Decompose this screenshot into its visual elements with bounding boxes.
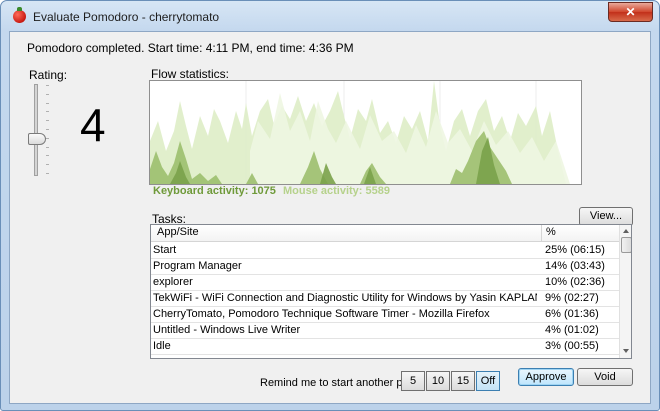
evaluate-pomodoro-window: Evaluate Pomodoro - cherrytomato ✕ Pomod… xyxy=(0,0,660,411)
cell-percent: 25% (06:15) xyxy=(545,244,605,256)
cell-app: Idle xyxy=(153,340,171,352)
cell-percent: 6% (01:36) xyxy=(545,308,599,320)
cell-percent: 9% (02:27) xyxy=(545,292,599,304)
scroll-up-arrow-icon[interactable] xyxy=(623,229,629,233)
status-text: Pomodoro completed. Start time: 4:11 PM,… xyxy=(27,41,354,55)
remind-off-button[interactable]: Off xyxy=(476,371,500,391)
table-row[interactable]: TekWiFi - WiFi Connection and Diagnostic… xyxy=(151,290,619,307)
cell-app: TekWiFi - WiFi Connection and Diagnostic… xyxy=(153,292,537,304)
column-separator xyxy=(541,225,542,241)
close-button[interactable]: ✕ xyxy=(608,2,653,22)
slider-tick xyxy=(46,164,49,165)
table-row[interactable]: Untitled - Windows Live Writer 4% (01:02) xyxy=(151,322,619,339)
activity-summary: Keyboard activity: 1075 Mouse activity: … xyxy=(153,185,390,197)
title-bar[interactable]: Evaluate Pomodoro - cherrytomato ✕ xyxy=(1,1,659,31)
void-button[interactable]: Void xyxy=(577,368,633,386)
table-row[interactable]: Idle 3% (00:55) xyxy=(151,338,619,355)
tomato-icon xyxy=(13,7,26,23)
flow-chart-svg xyxy=(150,81,570,184)
mouse-activity: Mouse activity: 5589 xyxy=(283,185,390,197)
cell-app: Start xyxy=(153,244,177,256)
remind-5-button[interactable]: 5 xyxy=(401,371,425,391)
slider-tick xyxy=(46,85,49,86)
cell-percent: 3% (00:55) xyxy=(545,340,599,352)
cell-percent: 14% (03:43) xyxy=(545,260,605,272)
mouse-activity-label: Mouse activity: xyxy=(282,185,363,197)
table-row[interactable]: Program Manager 14% (03:43) xyxy=(151,258,619,275)
flow-statistics-label: Flow statistics: xyxy=(151,67,230,81)
slider-ticks xyxy=(46,82,50,176)
column-header-percent[interactable]: % xyxy=(546,226,616,241)
keyboard-activity-value: 1075 xyxy=(251,185,276,197)
remind-15-button[interactable]: 15 xyxy=(451,371,475,391)
slider-track xyxy=(34,84,38,176)
approve-button[interactable]: Approve xyxy=(518,368,574,386)
scroll-down-arrow-icon[interactable] xyxy=(623,349,629,353)
tasks-list[interactable]: App/Site % Start 25% (06:15) Program Mana… xyxy=(150,224,632,359)
keyboard-activity-label: Keyboard activity: xyxy=(153,185,249,197)
slider-tick xyxy=(46,147,49,148)
slider-thumb[interactable] xyxy=(28,133,46,145)
slider-tick xyxy=(46,155,49,156)
rating-value: 4 xyxy=(80,99,106,151)
cell-app: Untitled - Windows Live Writer xyxy=(153,324,301,336)
flow-statistics-chart xyxy=(149,80,582,185)
remind-label: Remind me to start another pomod xyxy=(260,377,408,389)
vertical-scrollbar[interactable] xyxy=(619,225,631,358)
rating-slider[interactable] xyxy=(28,82,58,176)
slider-tick xyxy=(46,129,49,130)
dialog-body: Pomodoro completed. Start time: 4:11 PM,… xyxy=(9,31,651,404)
cell-percent: 10% (02:36) xyxy=(545,276,605,288)
column-header-app-site[interactable]: App/Site xyxy=(157,226,537,241)
remind-10-button[interactable]: 10 xyxy=(426,371,450,391)
rating-label: Rating: xyxy=(29,68,68,82)
cell-app: Program Manager xyxy=(153,260,242,272)
slider-tick xyxy=(46,138,49,139)
scroll-thumb[interactable] xyxy=(621,237,631,253)
list-header: App/Site % xyxy=(151,225,619,242)
slider-tick xyxy=(46,173,49,174)
table-row[interactable]: CherryTomato, Pomodoro Technique Softwar… xyxy=(151,306,619,323)
mouse-activity-value: 5589 xyxy=(365,185,390,197)
window-title: Evaluate Pomodoro - cherrytomato xyxy=(33,10,220,24)
slider-tick xyxy=(46,120,49,121)
cell-app: explorer xyxy=(153,276,193,288)
cell-percent: 4% (01:02) xyxy=(545,324,599,336)
slider-tick xyxy=(46,103,49,104)
slider-tick xyxy=(46,111,49,112)
keyboard-activity: Keyboard activity: 1075 xyxy=(153,185,276,197)
close-icon: ✕ xyxy=(625,5,636,19)
table-row[interactable]: explorer 10% (02:36) xyxy=(151,274,619,291)
slider-tick xyxy=(46,94,49,95)
table-row[interactable]: Start 25% (06:15) xyxy=(151,242,619,259)
cell-app: CherryTomato, Pomodoro Technique Softwar… xyxy=(153,308,490,320)
